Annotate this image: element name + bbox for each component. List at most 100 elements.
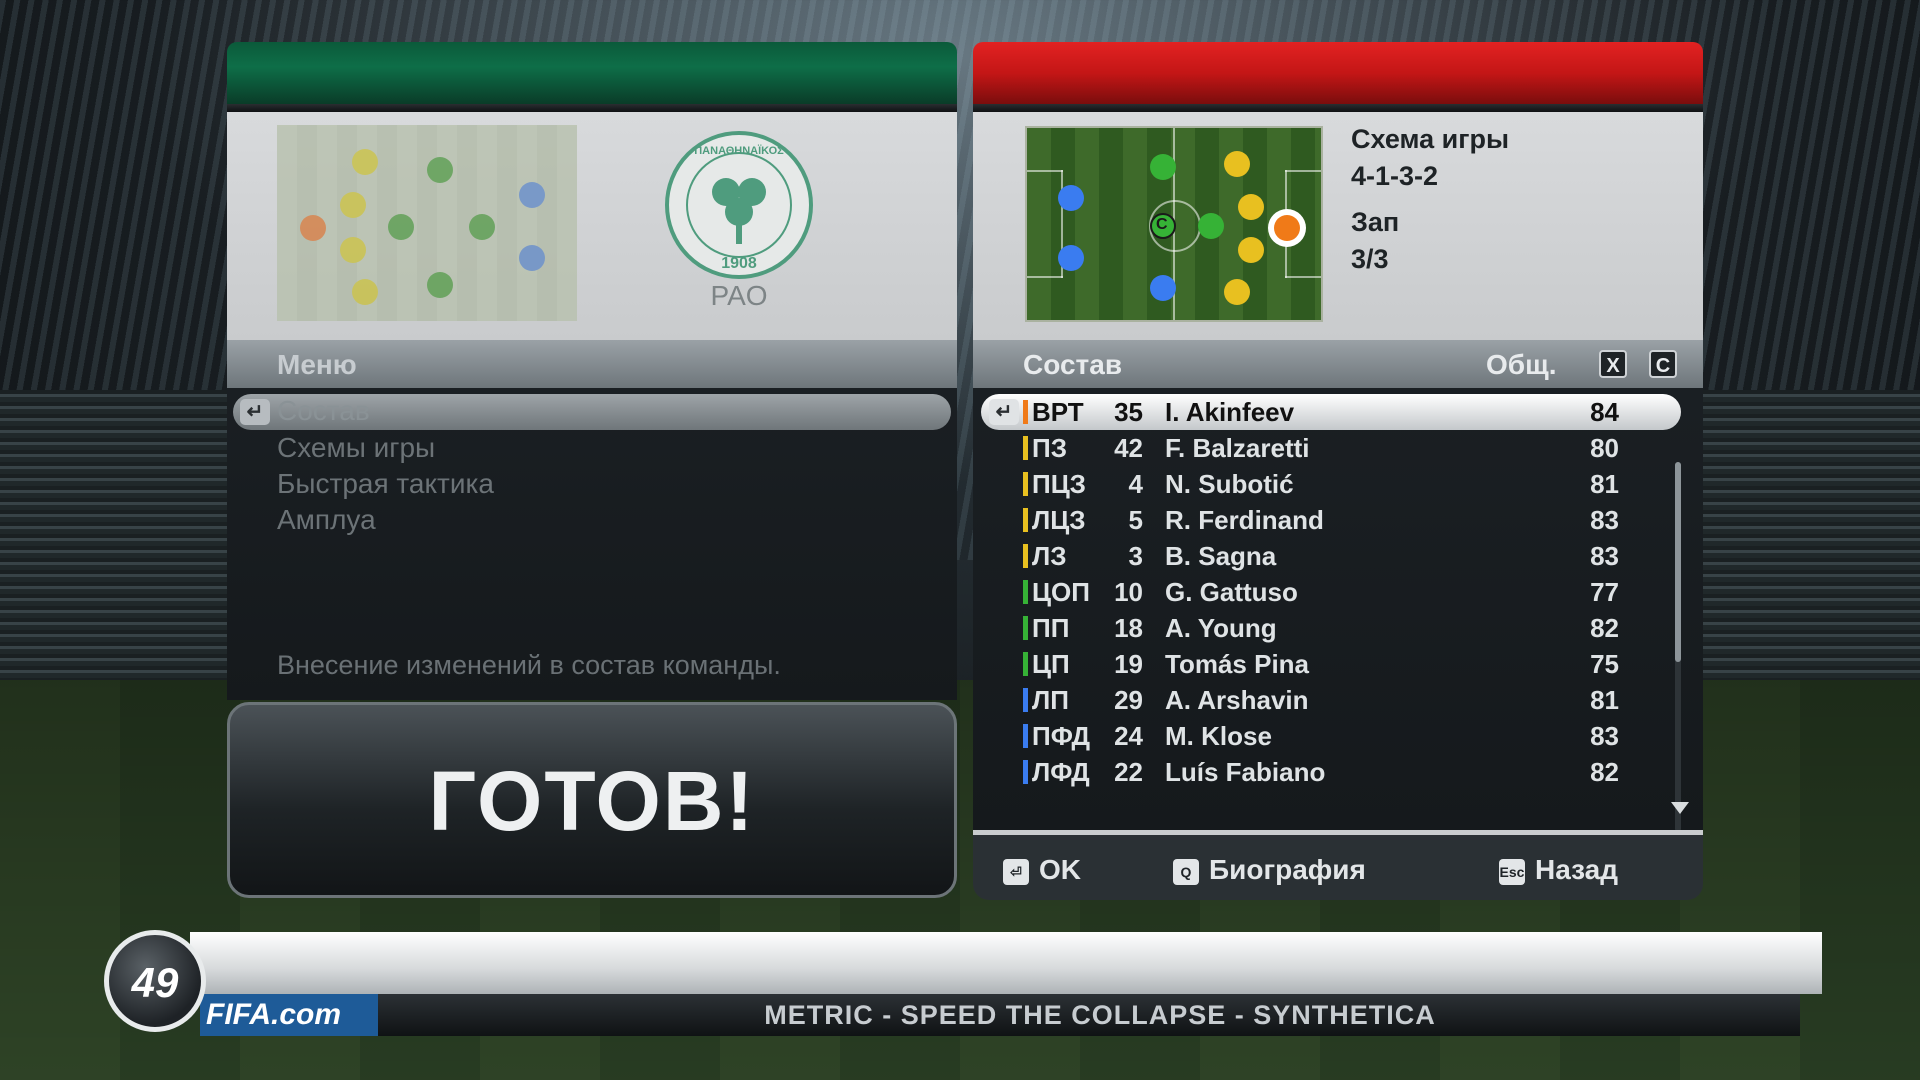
player-name: R. Ferdinand [1165, 505, 1324, 535]
position-color-bar [1023, 508, 1028, 532]
player-name: M. Klose [1165, 721, 1272, 751]
ready-button[interactable]: ГОТОВ! [227, 702, 957, 898]
player-overall: 82 [1590, 757, 1619, 787]
c-key-icon[interactable]: C [1649, 350, 1677, 378]
player-dot-rf[interactable] [1058, 245, 1084, 271]
player-position: ПЗ [1032, 433, 1067, 463]
esc-key-icon: Esc [1499, 858, 1525, 885]
position-color-bar [1023, 760, 1028, 784]
player-name: F. Balzaretti [1165, 433, 1310, 463]
player-dot [352, 149, 378, 175]
team-short-name: PAO [710, 280, 768, 311]
player-row[interactable]: ПФД 24 M. Klose 83 [981, 718, 1681, 754]
player-dot [519, 245, 545, 271]
position-color-bar [1023, 616, 1028, 640]
formation-label: Схема игры [1351, 124, 1510, 154]
player-number: 29 [1114, 685, 1143, 715]
player-dot-gk[interactable] [1274, 215, 1300, 241]
position-color-bar [1023, 688, 1028, 712]
player-number: 18 [1114, 613, 1143, 643]
menu-hint: Внесение изменений в состав команды. [277, 650, 781, 680]
player-row[interactable]: ЛФД 22 Luís Fabiano 82 [981, 754, 1681, 790]
player-name: I. Akinfeev [1165, 397, 1295, 427]
crowd-right [1700, 390, 1920, 690]
player-name: B. Sagna [1165, 541, 1277, 571]
player-position: ЛФД [1032, 757, 1090, 787]
menu-header-bar: Меню [227, 340, 957, 388]
squad-scrollbar[interactable] [1675, 462, 1681, 832]
position-color-bar [1023, 580, 1028, 604]
position-color-bar [1023, 436, 1028, 460]
player-dot-rb[interactable] [1224, 279, 1250, 305]
player-dot-rm[interactable] [1150, 154, 1176, 180]
player-row[interactable]: ЦП 19 Tomás Pina 75 [981, 646, 1681, 682]
player-row[interactable]: ПЗ 42 F. Balzaretti 80 [981, 430, 1681, 466]
player-dot [427, 157, 453, 183]
back-label: Назад [1535, 854, 1619, 885]
player-position: ПФД [1032, 721, 1091, 751]
now-playing-bar [190, 932, 1822, 994]
back-button[interactable]: Esc Назад [1499, 854, 1618, 886]
player-row[interactable]: ЛП 29 A. Arshavin 81 [981, 682, 1681, 718]
player-position: ПЦЗ [1032, 469, 1086, 499]
player-dot [340, 192, 366, 218]
player-overall: 81 [1590, 469, 1619, 499]
panel-header-cap [973, 42, 1703, 112]
player-dot [469, 214, 495, 240]
player-dot [340, 237, 366, 263]
player-name: G. Gattuso [1165, 577, 1298, 607]
menu-item-squad[interactable]: Состав [277, 395, 370, 427]
player-dot-lf[interactable] [1058, 185, 1084, 211]
badge-number: 49 [131, 959, 179, 1006]
biography-button[interactable]: Q Биография [1173, 854, 1366, 886]
player-number: 10 [1114, 577, 1143, 607]
team-formation-pitch[interactable]: C [1025, 126, 1323, 322]
player-row[interactable]: ЛЗ 3 B. Sagna 83 [981, 538, 1681, 574]
player-number: 19 [1114, 649, 1143, 679]
x-key-icon[interactable]: X [1599, 350, 1627, 378]
player-dot-lm[interactable] [1150, 275, 1176, 301]
captain-marker: C [1156, 216, 1168, 233]
player-row[interactable]: ПП 18 A. Young 82 [981, 610, 1681, 646]
player-dot-lcb[interactable] [1238, 194, 1264, 220]
fifa-com-logo: FIFA.com [206, 998, 342, 1031]
player-dot-rcb[interactable] [1238, 237, 1264, 263]
menu-item-quick-tactics[interactable]: Быстрая тактика [277, 468, 494, 500]
player-dot-cm[interactable]: C [1150, 213, 1176, 239]
menu-item-roles[interactable]: Амплуа [277, 504, 376, 536]
scroll-thumb[interactable] [1675, 462, 1681, 662]
enter-icon: ↵ [989, 399, 1019, 425]
player-position: ЛЦЗ [1032, 505, 1086, 535]
player-overall: 83 [1590, 721, 1619, 751]
player-dot [388, 214, 414, 240]
player-row[interactable]: ↵ ВРТ 35 I. Akinfeev 84 [981, 394, 1681, 430]
position-color-bar [1023, 400, 1028, 424]
q-key-icon: Q [1173, 858, 1199, 885]
position-color-bar [1023, 472, 1028, 496]
player-name: A. Young [1165, 613, 1277, 643]
ok-key-icon: ⏎ [1003, 858, 1029, 885]
player-dot [300, 215, 326, 241]
player-dot-cdm[interactable] [1198, 213, 1224, 239]
player-row[interactable]: ЦОП 10 G. Gattuso 77 [981, 574, 1681, 610]
player-dot [352, 279, 378, 305]
player-number: 5 [1128, 505, 1143, 535]
formation-value: 4-1-3-2 [1351, 161, 1439, 191]
menu-item-formations[interactable]: Схемы игры [277, 432, 435, 464]
squad-panel: C Схема игры 4-1-3-2 Зап 3/3 Состав Общ.… [973, 42, 1703, 900]
club-crest: 1908 ΠΑΝΑΘΗΝΑΪΚΟΣ [665, 131, 813, 279]
player-overall: 83 [1590, 505, 1619, 535]
player-dot-lb[interactable] [1224, 151, 1250, 177]
player-row[interactable]: ЛЦЗ 5 R. Ferdinand 83 [981, 502, 1681, 538]
scroll-down-icon[interactable] [1671, 802, 1689, 814]
player-number: 42 [1114, 433, 1143, 463]
player-overall: 82 [1590, 613, 1619, 643]
player-row[interactable]: ПЦЗ 4 N. Subotić 81 [981, 466, 1681, 502]
player-name: Luís Fabiano [1165, 757, 1326, 787]
player-position: ПП [1032, 613, 1070, 643]
player-overall: 77 [1590, 577, 1619, 607]
player-name: Tomás Pina [1165, 649, 1310, 679]
panel-header-cap [227, 42, 957, 112]
ok-button[interactable]: ⏎ OK [1003, 854, 1081, 886]
enter-icon: ↵ [240, 399, 270, 425]
